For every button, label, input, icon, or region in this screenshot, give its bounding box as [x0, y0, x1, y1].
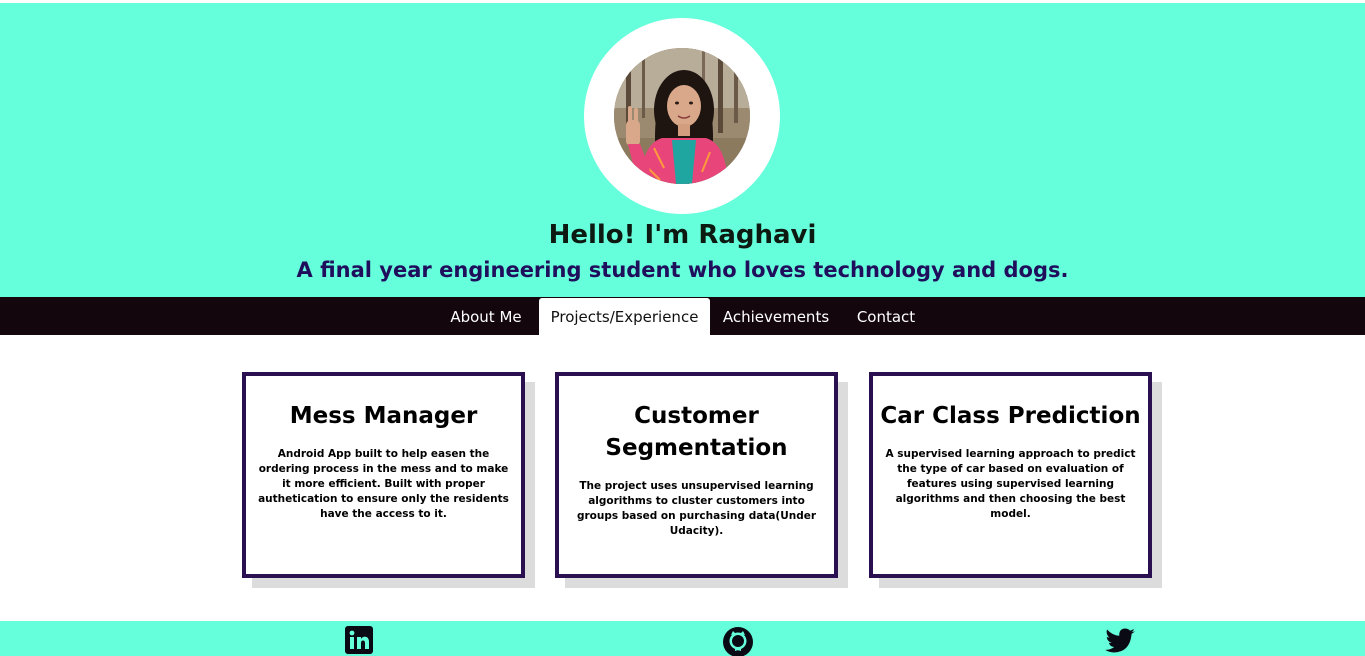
hero-header: Hello! I'm Raghavi A final year engineer…: [0, 3, 1365, 297]
project-description: The project uses unsupervised learning a…: [576, 480, 817, 537]
linkedin-icon[interactable]: [345, 626, 373, 656]
twitter-icon[interactable]: [1104, 627, 1136, 656]
project-title: Car Class Prediction: [880, 403, 1141, 429]
github-icon[interactable]: [722, 626, 754, 656]
nav-item-contact[interactable]: Contact: [844, 298, 928, 335]
greeting-heading: Hello! I'm Raghavi: [548, 220, 817, 250]
avatar: [614, 48, 750, 184]
project-title: Mess Manager: [289, 403, 478, 429]
project-card-mess-manager[interactable]: Mess Manager Android App built to help e…: [242, 372, 525, 578]
nav-bar: About Me Projects/Experience Achievement…: [0, 297, 1365, 335]
nav-item-about-me[interactable]: About Me: [436, 298, 536, 335]
footer: [0, 621, 1365, 656]
project-title: Customer Segmentation: [605, 403, 788, 461]
tagline: A final year engineering student who lov…: [296, 258, 1069, 282]
nav-item-achievements[interactable]: Achievements: [712, 298, 840, 335]
avatar-frame: [584, 18, 780, 214]
project-description: Android App built to help easen the orde…: [258, 448, 509, 520]
nav-item-projects-experience[interactable]: Projects/Experience: [539, 298, 710, 335]
project-description: A supervised learning approach to predic…: [885, 448, 1136, 520]
project-card-car-class-prediction[interactable]: Car Class Prediction A supervised learni…: [869, 372, 1152, 578]
project-card-customer-segmentation[interactable]: Customer Segmentation The project uses u…: [555, 372, 838, 578]
